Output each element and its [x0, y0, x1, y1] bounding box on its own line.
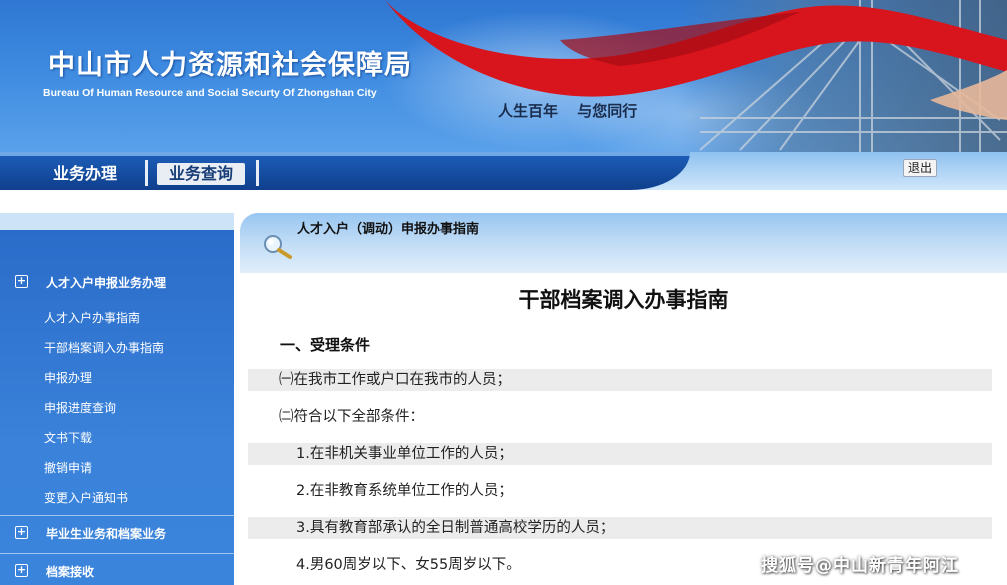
sidebar-item-cancel-application[interactable]: 撤销申请 — [44, 459, 92, 476]
plus-box-icon: + — [15, 563, 28, 577]
document-line: 2.在非教育系统单位工作的人员； — [248, 480, 992, 502]
sidebar-item-talent-guide[interactable]: 人才入户办事指南 — [44, 309, 140, 326]
plus-box-icon: + — [15, 274, 28, 288]
sidebar-group-talent-settlement[interactable]: + 人才入户申报业务办理 — [0, 265, 234, 299]
sidebar: + 人才入户申报业务办理 人才入户办事指南 干部档案调入办事指南 申报办理 申报… — [0, 213, 234, 585]
sidebar-group-archive-receive[interactable]: + 档案接收 — [0, 553, 234, 585]
line-text: 1.在非机关事业单位工作的人员； — [296, 446, 513, 462]
nav-bar — [0, 152, 1007, 190]
logout-button[interactable]: 退出 — [903, 159, 937, 177]
document-title: 干部档案调入办事指南 — [518, 288, 729, 312]
tab-business-query[interactable]: 业务查询 — [157, 163, 245, 185]
line-text: 2.在非教育系统单位工作的人员； — [296, 483, 513, 499]
sidebar-item-apply[interactable]: 申报办理 — [44, 369, 92, 386]
section-heading: 一、受理条件 — [280, 336, 371, 354]
nav-divider — [145, 160, 148, 186]
panel-title: 人才入户（调动）申报办事指南 — [297, 222, 480, 237]
sidebar-item-progress-query[interactable]: 申报进度查询 — [44, 399, 116, 416]
nav-divider — [256, 160, 259, 186]
sidebar-group-graduate-archive[interactable]: + 毕业生业务和档案业务 — [0, 515, 234, 549]
sidebar-group-label: 人才入户申报业务办理 — [46, 276, 167, 290]
tab-business-handling[interactable]: 业务办理 — [53, 163, 117, 185]
line-text: 3.具有教育部承认的全日制普通高校学历的人员； — [296, 520, 615, 536]
sidebar-item-change-notice[interactable]: 变更入户通知书 — [44, 489, 128, 506]
sidebar-top-strip — [0, 213, 234, 230]
sidebar-group-label: 毕业生业务和档案业务 — [46, 527, 167, 541]
document-line: 3.具有教育部承认的全日制普通高校学历的人员； — [248, 517, 992, 539]
sidebar-item-cadre-archive-guide[interactable]: 干部档案调入办事指南 — [44, 339, 164, 356]
slogan: 人生百年 与您同行 — [498, 102, 638, 120]
watermark: 搜狐号@中山新青年阿江 — [761, 556, 959, 576]
hand-image — [930, 70, 1007, 120]
sidebar-item-document-download[interactable]: 文书下载 — [44, 429, 92, 446]
org-name-cn: 中山市人力资源和社会保障局 — [48, 50, 412, 81]
sidebar-group-label: 档案接收 — [46, 565, 95, 579]
line-text: 4.男60周岁以下、女55周岁以下。 — [296, 557, 521, 573]
line-text: ㈠在我市工作或户口在我市的人员； — [279, 372, 511, 388]
magnifier-icon — [264, 235, 292, 259]
header-banner: 中山市人力资源和社会保障局 Bureau Of Human Resource a… — [0, 0, 1007, 152]
plus-box-icon: + — [15, 525, 28, 539]
org-name-en: Bureau Of Human Resource and Social Secu… — [43, 87, 377, 99]
line-text: ㈡符合以下全部条件： — [279, 409, 424, 425]
document-line: 1.在非机关事业单位工作的人员； — [248, 443, 992, 465]
document-line: ㈡符合以下全部条件： — [248, 406, 992, 428]
document-line: ㈠在我市工作或户口在我市的人员； — [248, 369, 992, 391]
